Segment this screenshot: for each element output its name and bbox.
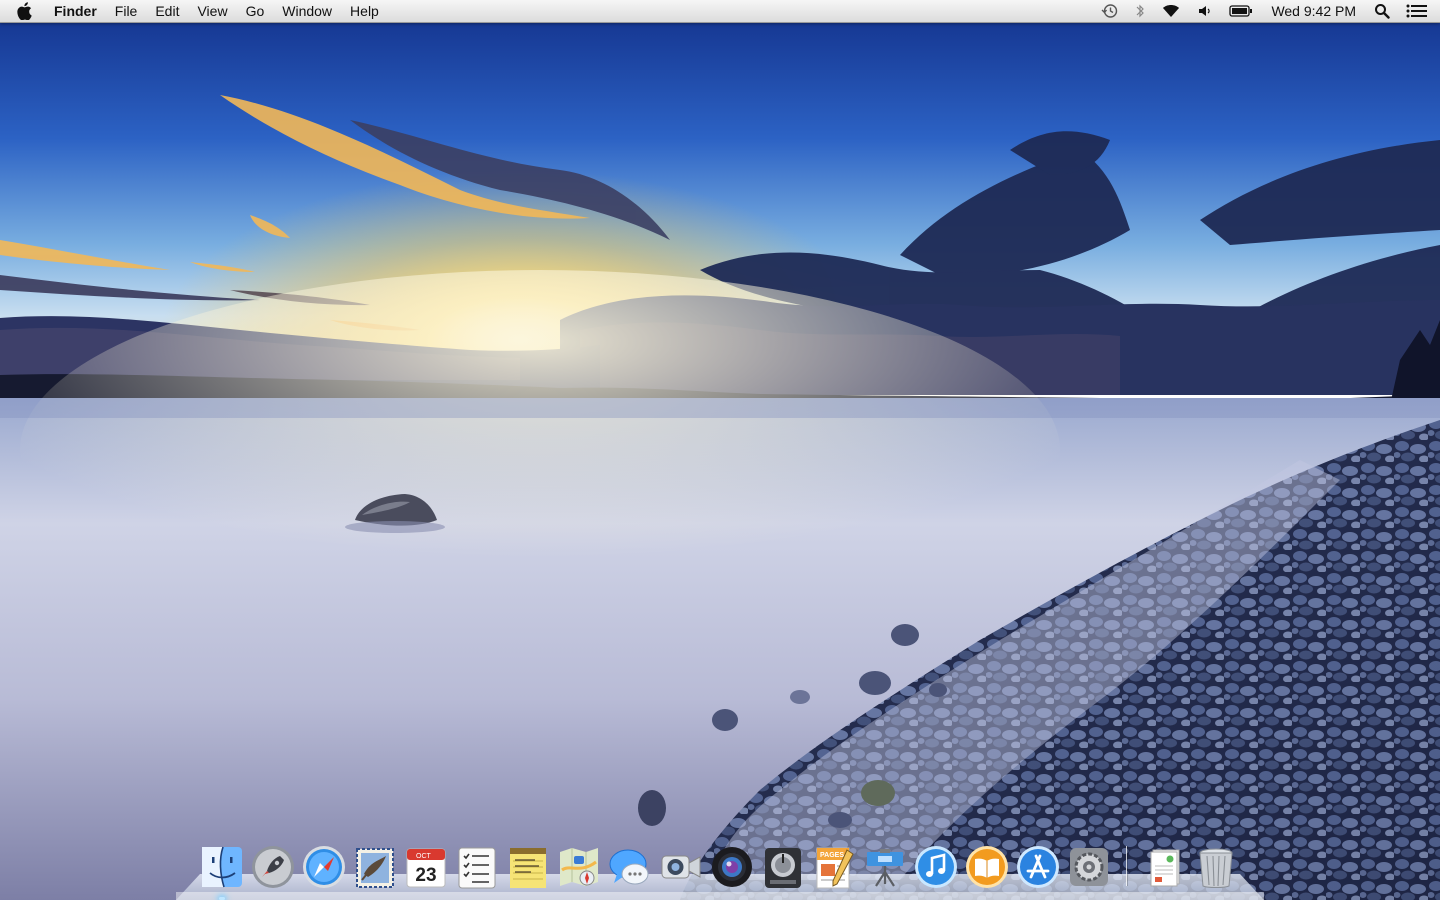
dock-item-system-preferences[interactable] <box>1063 838 1114 890</box>
keynote-icon <box>866 849 903 887</box>
dock-shelf-edge <box>176 892 1264 900</box>
logic-pro-icon <box>764 848 801 888</box>
app-menu-finder[interactable]: Finder <box>48 0 106 22</box>
dock-item-keynote[interactable] <box>859 838 910 890</box>
messages-icon <box>609 849 648 885</box>
reminders-icon <box>458 847 495 889</box>
dock-item-notes[interactable] <box>502 838 553 890</box>
notes-icon <box>509 848 546 888</box>
time-machine-icon <box>1101 4 1118 18</box>
notification-center-button[interactable] <box>1398 0 1440 22</box>
maps-icon <box>559 848 598 886</box>
bluetooth-icon <box>1137 4 1145 18</box>
calendar-month: OCT <box>416 853 432 860</box>
bluetooth-menu[interactable] <box>1127 0 1153 22</box>
document-stack-icon <box>1150 849 1179 887</box>
ibooks-icon <box>965 846 1008 888</box>
apple-menu-button[interactable] <box>0 0 48 22</box>
battery-icon <box>1229 5 1253 17</box>
menu-view[interactable]: View <box>188 0 236 22</box>
menu-help[interactable]: Help <box>341 0 388 22</box>
menu-bar-status-area: Wed 9:42 PM <box>1093 0 1440 22</box>
dock-item-ibooks[interactable] <box>961 838 1012 890</box>
safari-icon <box>302 846 345 888</box>
menu-go[interactable]: Go <box>237 0 274 22</box>
dock-item-maps[interactable] <box>553 838 604 890</box>
dock-item-mail[interactable] <box>349 838 400 890</box>
spotlight-button[interactable] <box>1366 0 1398 22</box>
dock-item-downloads-stack[interactable] <box>1139 838 1190 890</box>
spotlight-search-icon <box>1375 4 1390 19</box>
pages-label: PAGES <box>820 852 844 859</box>
trash-icon <box>1198 848 1233 888</box>
mail-icon <box>355 848 394 888</box>
dock-separator <box>1126 846 1127 886</box>
facetime-icon <box>661 855 700 879</box>
app-store-icon <box>1016 846 1059 888</box>
system-preferences-icon <box>1069 848 1108 886</box>
dock-item-launchpad[interactable] <box>247 838 298 890</box>
dock: OCT 23 PAGES <box>196 836 1256 900</box>
volume-icon <box>1199 6 1211 16</box>
menu-bar: Finder File Edit View Go Window Help Wed… <box>0 0 1440 23</box>
itunes-icon <box>914 846 957 888</box>
menu-edit[interactable]: Edit <box>146 0 188 22</box>
time-machine-menu[interactable] <box>1093 0 1127 22</box>
dock-item-pages[interactable]: PAGES <box>808 838 859 890</box>
dock-item-finder[interactable] <box>196 838 247 900</box>
dock-item-logic-pro[interactable] <box>757 838 808 890</box>
launchpad-icon <box>251 846 294 888</box>
desktop-wallpaper <box>0 0 1440 900</box>
volume-menu[interactable] <box>1189 0 1221 22</box>
dock-item-calendar[interactable]: OCT 23 <box>400 838 451 890</box>
dock-item-facetime[interactable] <box>655 838 706 890</box>
menu-file[interactable]: File <box>106 0 147 22</box>
dock-item-safari[interactable] <box>298 838 349 890</box>
dock-item-messages[interactable] <box>604 838 655 890</box>
notification-center-icon <box>1406 4 1427 18</box>
calendar-day: 23 <box>415 865 436 886</box>
menu-bar-left: Finder File Edit View Go Window Help <box>0 0 388 22</box>
wallpaper-scene <box>0 0 1440 900</box>
apple-logo-icon <box>17 2 32 20</box>
photo-booth-icon <box>711 847 752 887</box>
dock-item-trash[interactable] <box>1190 838 1241 890</box>
calendar-icon: OCT 23 <box>406 848 445 888</box>
battery-menu[interactable] <box>1221 0 1261 22</box>
dock-item-itunes[interactable] <box>910 838 961 890</box>
menu-bar-clock[interactable]: Wed 9:42 PM <box>1261 0 1366 22</box>
pages-icon: PAGES <box>816 847 854 889</box>
finder-icon <box>201 846 242 888</box>
menu-window[interactable]: Window <box>273 0 341 22</box>
dock-item-reminders[interactable] <box>451 838 502 890</box>
dock-item-app-store[interactable] <box>1012 838 1063 890</box>
wifi-menu[interactable] <box>1153 0 1189 22</box>
wifi-icon <box>1163 5 1180 17</box>
dock-item-photo-booth[interactable] <box>706 838 757 890</box>
